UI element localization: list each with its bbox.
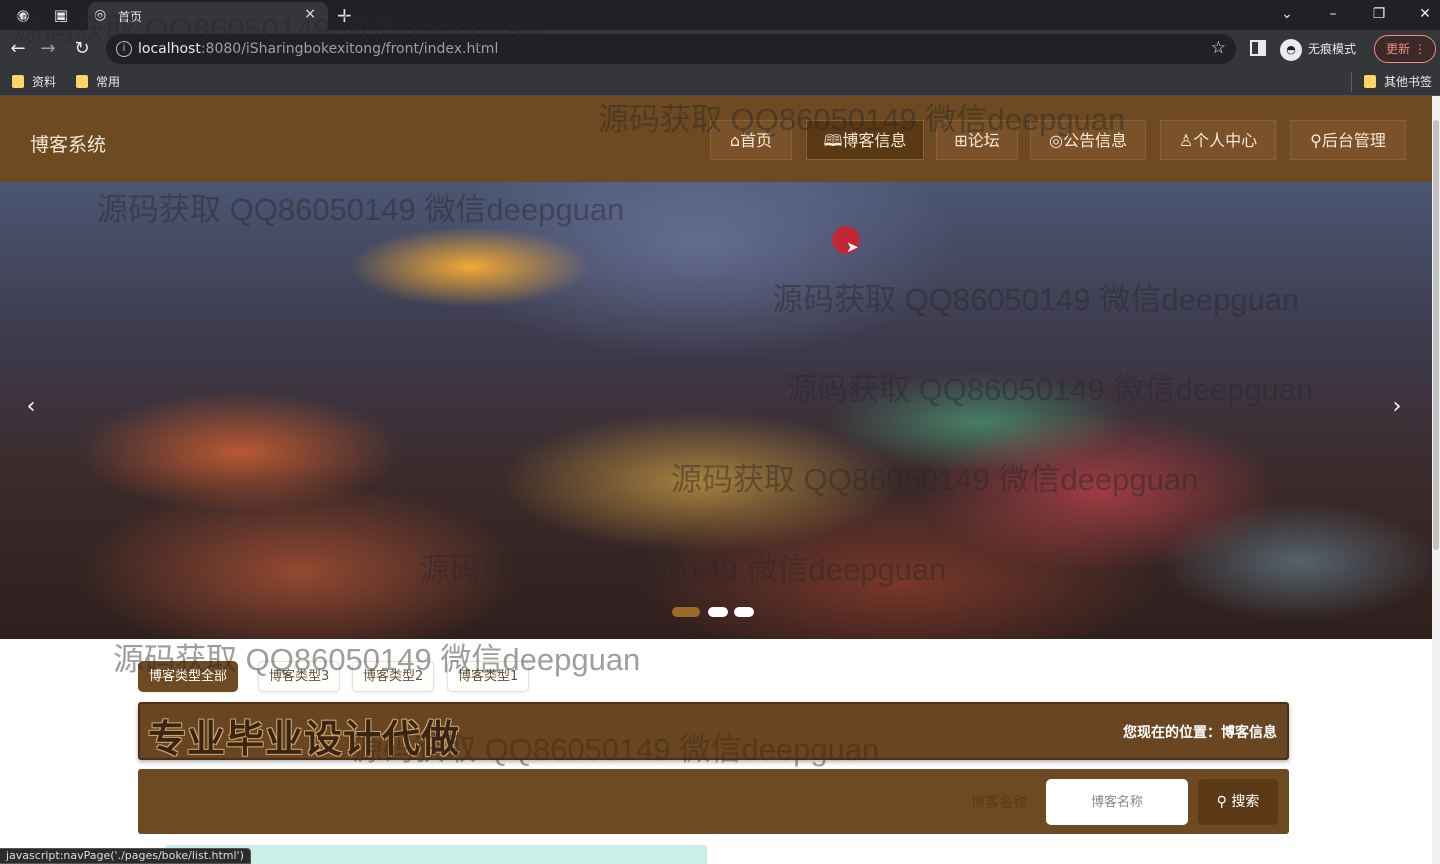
page-viewport: 博客系统 ⌂首页 🕮博客信息 ⊞论坛 ◎公告信息 ♙个人中心 ⚲后台管理 ‹ ›… (0, 96, 1432, 864)
mouse-pointer-icon: ➤ (846, 238, 859, 256)
new-tab-button[interactable]: + (336, 3, 353, 27)
search-label: 博客名称 (971, 795, 1027, 811)
banner-carousel[interactable]: ‹ › (0, 182, 1432, 639)
category-tab-1[interactable]: 博客类型1 (447, 661, 530, 692)
site-header: 博客系统 ⌂首页 🕮博客信息 ⊞论坛 ◎公告信息 ♙个人中心 ⚲后台管理 (0, 96, 1432, 182)
side-panel-icon[interactable] (1250, 40, 1266, 56)
bookmarks-bar: 资料 常用 其他书签 (0, 68, 1440, 96)
incognito-indicator[interactable]: ◓ 无痕模式 (1280, 36, 1356, 62)
folder-icon (1364, 75, 1376, 88)
nav-home[interactable]: ⌂首页 (710, 120, 792, 160)
folder-icon (76, 75, 88, 88)
nav-forum[interactable]: ⊞论坛 (936, 120, 1018, 160)
carousel-dot-3[interactable] (734, 607, 754, 617)
category-tab-all[interactable]: 博客类型全部 (138, 661, 239, 692)
tab-close-icon[interactable]: × (304, 6, 316, 22)
search-icon: ⚲ (1216, 794, 1227, 810)
breadcrumb-bar: 专业毕业设计代做 您现在的位置：博客信息 (138, 702, 1289, 761)
browser-profile-icon[interactable]: ◉ (14, 6, 32, 24)
browser-toolbar: ← → ↻ i localhost:8080/iSharingbokexiton… (0, 30, 1440, 68)
nav-blog-info[interactable]: 🕮博客信息 (806, 120, 924, 160)
url-text[interactable]: localhost:8080/iSharingbokexitong/front/… (138, 41, 498, 57)
close-window-button[interactable]: ✕ (1410, 2, 1440, 26)
kebab-menu-icon[interactable]: ⋮ (1414, 42, 1426, 56)
category-tab-2[interactable]: 博客类型2 (352, 661, 435, 692)
promo-overlay-text: 专业毕业设计代做 (148, 717, 461, 761)
browser-tab-home[interactable]: ◎ 首页 × (88, 2, 328, 30)
back-arrow-icon[interactable]: ← (6, 37, 30, 61)
bookmark-star-icon[interactable]: ☆ (1211, 38, 1226, 58)
globe-icon: ◎ (94, 7, 107, 23)
tab-search-icon[interactable]: ▣ (52, 6, 70, 24)
carousel-next-button[interactable]: › (1382, 392, 1412, 422)
nav-user-center[interactable]: ♙个人中心 (1160, 120, 1276, 160)
forward-arrow-icon[interactable]: → (36, 37, 60, 61)
bookmarks-divider (1351, 72, 1352, 92)
address-bar[interactable]: i localhost:8080/iSharingbokexitong/fron… (106, 34, 1236, 64)
site-info-icon[interactable]: i (116, 41, 132, 57)
scrollbar-thumb[interactable] (1433, 120, 1439, 550)
tab-title: 首页 (118, 10, 143, 24)
category-tab-3[interactable]: 博客类型3 (258, 661, 341, 692)
other-bookmarks[interactable]: 其他书签 (1364, 74, 1432, 90)
page-scrollbar[interactable] (1432, 96, 1440, 864)
search-button[interactable]: ⚲ 搜索 (1198, 779, 1278, 825)
carousel-dot-1[interactable] (672, 607, 700, 617)
nav-admin[interactable]: ⚲后台管理 (1290, 120, 1406, 160)
nav-notice[interactable]: ◎公告信息 (1030, 120, 1146, 160)
minimize-button[interactable]: – (1318, 2, 1348, 26)
status-bar-url: javascript:navPage('./pages/boke/list.ht… (0, 848, 251, 864)
reload-icon[interactable]: ↻ (70, 37, 94, 61)
search-bar: 博客名称 ⚲ 搜索 (138, 769, 1289, 834)
bookmark-folder-changyong[interactable]: 常用 (76, 74, 120, 90)
carousel-dot-2[interactable] (708, 607, 728, 617)
incognito-icon: ◓ (1280, 38, 1302, 61)
bookmark-folder-ziliao[interactable]: 资料 (12, 74, 56, 90)
search-input[interactable] (1046, 779, 1188, 825)
browser-tab-bar: ◉ ▣ ◎ 首页 × + ⌄ – ❐ ✕ (0, 0, 1440, 30)
site-title: 博客系统 (30, 134, 107, 156)
update-button[interactable]: 更新 ⋮ (1374, 35, 1436, 63)
breadcrumb: 您现在的位置：博客信息 (1123, 725, 1277, 741)
folder-icon (12, 75, 24, 88)
carousel-prev-button[interactable]: ‹ (16, 392, 46, 422)
tab-list-chevron-icon[interactable]: ⌄ (1272, 2, 1302, 26)
restore-button[interactable]: ❐ (1364, 2, 1394, 26)
